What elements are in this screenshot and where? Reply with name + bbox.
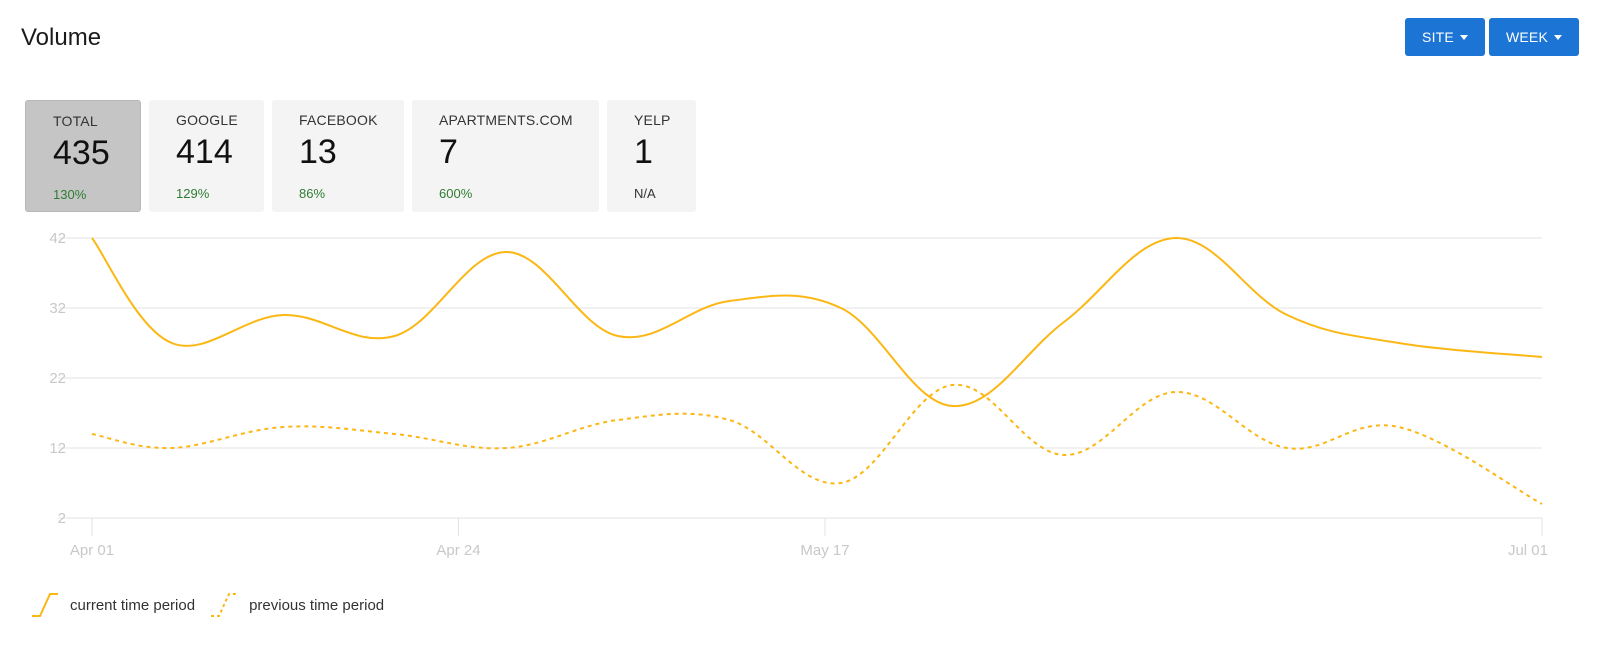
caret-down-icon [1554, 35, 1563, 40]
series-line-current [91, 236, 1543, 408]
volume-line-chart: Apr 01 Apr 24 May 17 Jul 01 42 32 22 12 2 [49, 230, 1548, 559]
stat-card-apartments[interactable]: APARTMENTS.COM 7 600% [412, 100, 599, 212]
y-tick-label: 32 [49, 300, 66, 317]
stat-value: 1 [634, 133, 653, 171]
stat-value: 414 [176, 133, 233, 171]
stat-value: 7 [439, 133, 458, 171]
stat-change: 86% [299, 186, 326, 201]
stat-value: 435 [53, 134, 110, 172]
stat-change: 600% [439, 186, 473, 201]
y-tick-label: 22 [49, 370, 66, 387]
x-tick-label: Apr 01 [70, 542, 114, 559]
week-button-label: WEEK [1505, 29, 1549, 45]
x-tick-label: May 17 [800, 542, 849, 559]
stat-card-yelp[interactable]: YELP 1 N/A [607, 100, 696, 212]
stat-label: FACEBOOK [299, 112, 378, 128]
stat-change: N/A [634, 186, 656, 201]
site-dropdown-button[interactable]: SITE [1405, 18, 1485, 56]
stat-card-total[interactable]: TOTAL 435 130% [25, 100, 141, 212]
x-tick-label: Jul 01 [1508, 542, 1548, 559]
site-button-label: SITE [1422, 29, 1454, 45]
legend-label: current time period [70, 596, 196, 614]
legend-label: previous time period [249, 596, 385, 614]
stat-change: 129% [176, 186, 210, 201]
stat-card-google[interactable]: GOOGLE 414 129% [149, 100, 264, 212]
source-stats: TOTAL 435 130% GOOGLE 414 129% FACEBOOK … [25, 100, 696, 212]
stat-value: 13 [299, 133, 337, 171]
y-tick-label: 12 [49, 440, 66, 457]
solid-line-icon [32, 593, 58, 617]
stat-label: APARTMENTS.COM [439, 112, 573, 128]
y-tick-label: 2 [58, 510, 66, 527]
stat-card-facebook[interactable]: FACEBOOK 13 86% [272, 100, 404, 212]
filter-button-group: SITE WEEK [1405, 18, 1579, 56]
series-layer [91, 236, 1543, 505]
stat-change: 130% [53, 187, 87, 202]
x-axis: Apr 01 Apr 24 May 17 Jul 01 [70, 518, 1548, 559]
legend-item-current[interactable]: current time period [30, 590, 195, 620]
legend-item-previous[interactable]: previous time period [209, 590, 384, 620]
series-line-previous [91, 383, 1543, 505]
dashed-line-icon [211, 593, 238, 617]
x-tick-label: Apr 24 [436, 542, 480, 559]
chart-legend: current time period previous time period [30, 590, 384, 620]
week-dropdown-button[interactable]: WEEK [1489, 18, 1579, 56]
page-title: Volume [21, 24, 102, 51]
y-tick-label: 42 [49, 230, 66, 247]
stat-label: GOOGLE [176, 112, 238, 128]
stat-label: TOTAL [53, 113, 98, 129]
stat-label: YELP [634, 112, 671, 128]
caret-down-icon [1459, 35, 1468, 40]
grid-layer [58, 237, 1542, 519]
y-axis: 42 32 22 12 2 [49, 230, 66, 527]
